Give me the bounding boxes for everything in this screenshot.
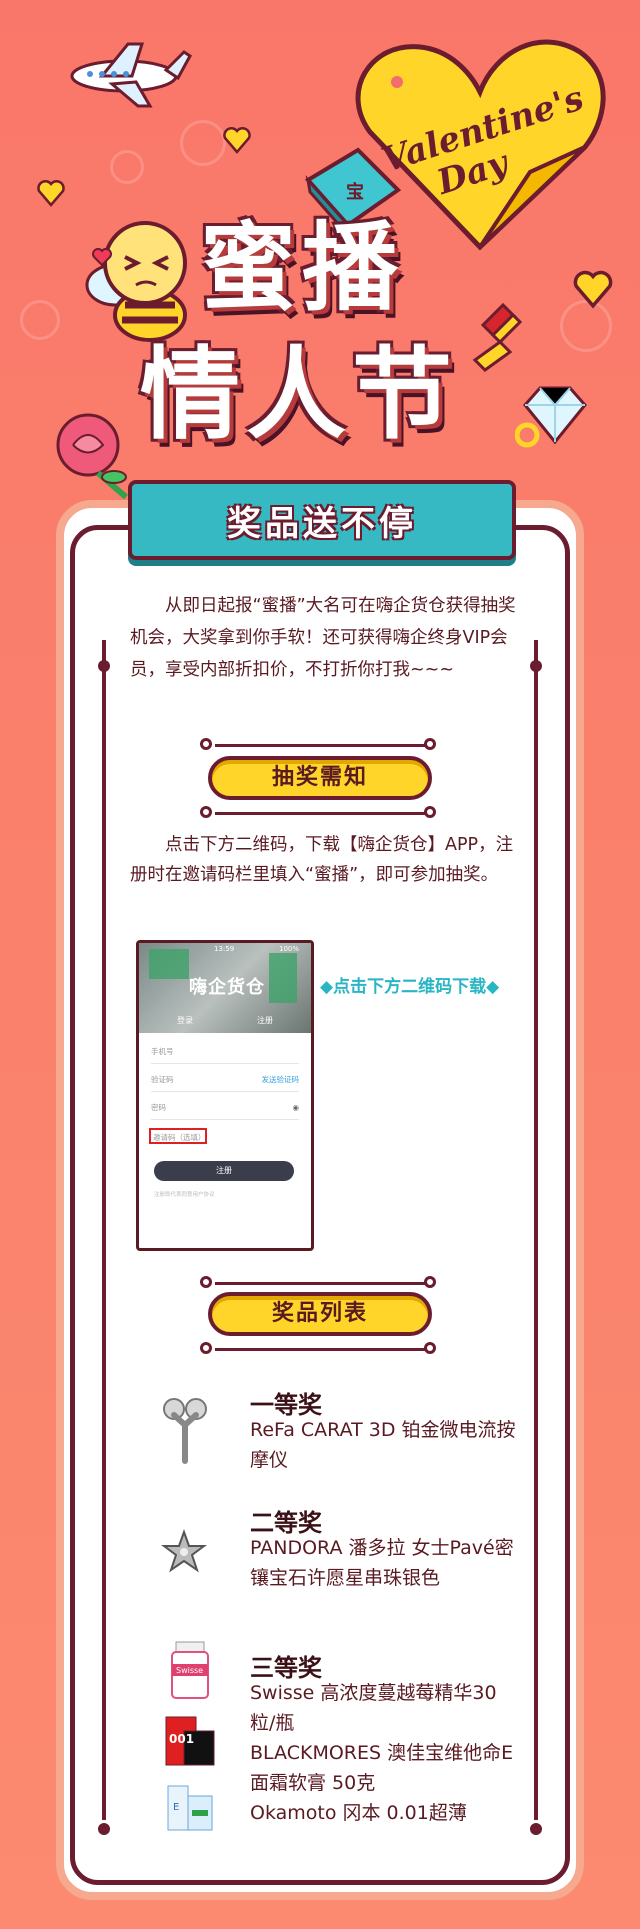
app-password-field[interactable]: 密码 ◉ — [151, 1097, 299, 1120]
divider-dot — [200, 738, 212, 750]
divider-dot — [200, 1342, 212, 1354]
blackmores-label: E — [173, 1802, 179, 1813]
cream-tube-icon: E — [167, 1785, 213, 1831]
title-area: 蜜播 情人节 — [140, 210, 530, 510]
rose-icon — [56, 413, 128, 500]
divider-dot — [424, 1342, 436, 1354]
title-line2: 情人节 — [140, 336, 458, 453]
divider-dot — [424, 806, 436, 818]
howto-text: 点击下方二维码，下载【嗨企货仓】APP，注册时在邀请码栏里填入“蜜播”，即可参加… — [130, 835, 514, 885]
left-rail — [102, 640, 106, 1820]
condom-box-icon: 001 — [165, 1716, 215, 1766]
bg-doodle — [180, 120, 226, 166]
app-send-code[interactable]: 发送验证码 — [262, 1069, 300, 1091]
bag-logo: 宝 — [346, 181, 364, 203]
app-hero-image: 13:59 100% 嗨企货仓 登录 注册 — [139, 943, 311, 1033]
section-divider — [215, 812, 425, 815]
eye-icon[interactable]: ◉ — [292, 1097, 299, 1119]
rail-dot — [530, 660, 542, 672]
prize2-desc: PANDORA 潘多拉 女士Pavé密镶宝石许愿星串珠银色 — [250, 1537, 514, 1589]
app-agreement: 注册即代表同意用户协议 — [154, 1192, 215, 1198]
heart-icon — [573, 270, 613, 309]
qr-download-hint[interactable]: ◆点击下方二维码下载◆ — [320, 972, 499, 997]
ribbon-text: 奖品送不停 — [227, 504, 417, 544]
rail-dot — [98, 1823, 110, 1835]
section-title-pill: 奖品列表 — [208, 1292, 432, 1336]
divider-dot — [424, 1276, 436, 1288]
app-invite-field[interactable]: 邀请码（选填） — [149, 1128, 207, 1144]
cranberry-bottle-icon: Swisse — [171, 1641, 209, 1699]
subtitle-ribbon: 奖品送不停 — [128, 480, 516, 560]
right-rail — [534, 640, 538, 1820]
section1-title: 抽奖需知 — [271, 765, 368, 790]
okamoto-label: 001 — [169, 1732, 194, 1746]
prize3-desc: Swisse 高浓度蔓越莓精华30粒/瓶 BLACKMORES 澳佳宝维他命E面… — [250, 1682, 514, 1824]
section-divider — [215, 744, 425, 747]
heart-icon — [37, 180, 65, 207]
bg-doodle — [20, 300, 60, 340]
massage-roller-icon — [163, 1398, 207, 1464]
app-status-time: 13:59 — [214, 945, 235, 953]
rail-dot — [98, 660, 110, 672]
app-phone-field[interactable]: 手机号 — [151, 1041, 299, 1064]
section-divider — [215, 1282, 425, 1285]
app-status-battery: 100% — [279, 945, 300, 953]
heart-icon — [223, 127, 251, 154]
app-register-button[interactable]: 注册 — [154, 1161, 294, 1181]
app-brand: 嗨企货仓 — [189, 977, 265, 998]
app-password-label: 密码 — [151, 1103, 166, 1112]
airplane-icon — [70, 42, 192, 108]
rail-dot — [530, 1823, 542, 1835]
page: Valentine's Day 宝 蜜播 情人节 奖品送不停 从即日起报“蜜播”… — [0, 0, 640, 1929]
divider-dot — [200, 806, 212, 818]
app-phone-label: 手机号 — [151, 1047, 174, 1056]
prize1-desc: ReFa CARAT 3D 铂金微电流按摩仪 — [250, 1419, 516, 1471]
bg-doodle — [110, 150, 144, 184]
section2-title: 奖品列表 — [271, 1301, 368, 1326]
star-charm-icon — [161, 1529, 207, 1573]
section-divider — [215, 1348, 425, 1351]
app-code-label: 验证码 — [151, 1075, 174, 1084]
title-line1: 蜜播 — [200, 212, 404, 324]
app-tab-login[interactable]: 登录 — [177, 1015, 193, 1026]
app-tab-register[interactable]: 注册 — [257, 1015, 273, 1026]
divider-dot — [200, 1276, 212, 1288]
divider-dot — [424, 738, 436, 750]
intro-text: 从即日起报“蜜播”大名可在嗨企货仓获得抽奖机会，大奖拿到你手软！还可获得嗨企终身… — [130, 596, 516, 680]
section-title-pill: 抽奖需知 — [208, 756, 432, 800]
app-register-screenshot[interactable]: 13:59 100% 嗨企货仓 登录 注册 手机号 验证码 发送验证码 密码 ◉ 邀… — [136, 940, 314, 1251]
app-code-field[interactable]: 验证码 发送验证码 — [151, 1069, 299, 1092]
swisse-label: Swisse — [176, 1666, 203, 1675]
